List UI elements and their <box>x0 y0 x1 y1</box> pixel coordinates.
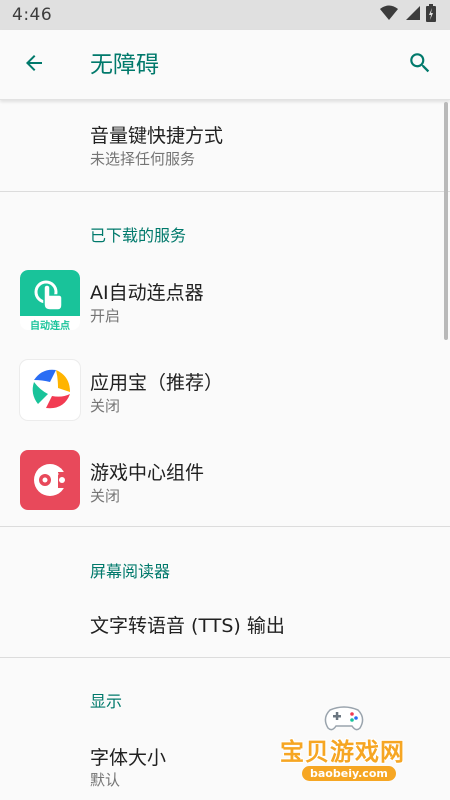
divider <box>0 657 450 658</box>
status-bar: 4:46 <box>0 0 450 30</box>
search-icon <box>407 50 433 80</box>
arrow-back-icon <box>22 51 46 79</box>
divider <box>0 191 450 192</box>
status-time: 4:46 <box>12 5 53 25</box>
yingyongbao-app-icon <box>20 360 80 420</box>
service-status: 开启 <box>90 307 121 325</box>
service-title: 应用宝（推荐） <box>90 372 224 394</box>
font-size-item[interactable]: 字体大小 默认 <box>0 721 450 800</box>
service-item-yingyongbao[interactable]: 应用宝（推荐） 关闭 <box>0 346 450 436</box>
service-status: 关闭 <box>90 397 121 415</box>
font-size-value: 默认 <box>90 771 121 789</box>
back-button[interactable] <box>16 47 52 83</box>
volume-shortcut-title: 音量键快捷方式 <box>90 125 224 147</box>
section-header-downloaded: 已下载的服务 <box>90 226 187 245</box>
wifi-icon <box>380 5 398 25</box>
game-center-app-icon <box>20 450 80 510</box>
search-button[interactable] <box>402 47 438 83</box>
font-size-title: 字体大小 <box>90 747 167 769</box>
service-status: 关闭 <box>90 487 121 505</box>
service-title: AI自动连点器 <box>90 282 204 304</box>
page-title: 无障碍 <box>90 52 159 78</box>
signal-icon <box>404 5 420 25</box>
scrollbar[interactable] <box>444 102 448 340</box>
volume-shortcut-subtitle: 未选择任何服务 <box>90 150 196 168</box>
app-bar: 无障碍 <box>0 30 450 100</box>
auto-clicker-icon-label: 自动连点 <box>30 321 70 330</box>
battery-icon <box>426 4 436 26</box>
service-item-game-center[interactable]: 游戏中心组件 关闭 <box>0 436 450 526</box>
volume-shortcut-item[interactable]: 音量键快捷方式 未选择任何服务 <box>0 101 450 191</box>
settings-list: 音量键快捷方式 未选择任何服务 已下载的服务 自动连点 AI自动连点器 开启 应… <box>0 101 450 800</box>
tts-output-item[interactable]: 文字转语音 (TTS) 输出 <box>0 591 450 657</box>
divider <box>0 526 450 527</box>
section-header-display: 显示 <box>90 692 123 711</box>
tts-output-title: 文字转语音 (TTS) 输出 <box>90 615 285 637</box>
service-title: 游戏中心组件 <box>90 462 205 484</box>
auto-clicker-app-icon: 自动连点 <box>20 270 80 330</box>
status-icons <box>380 4 436 26</box>
section-header-screen-reader: 屏幕阅读器 <box>90 562 171 581</box>
service-item-auto-clicker[interactable]: 自动连点 AI自动连点器 开启 <box>0 256 450 346</box>
